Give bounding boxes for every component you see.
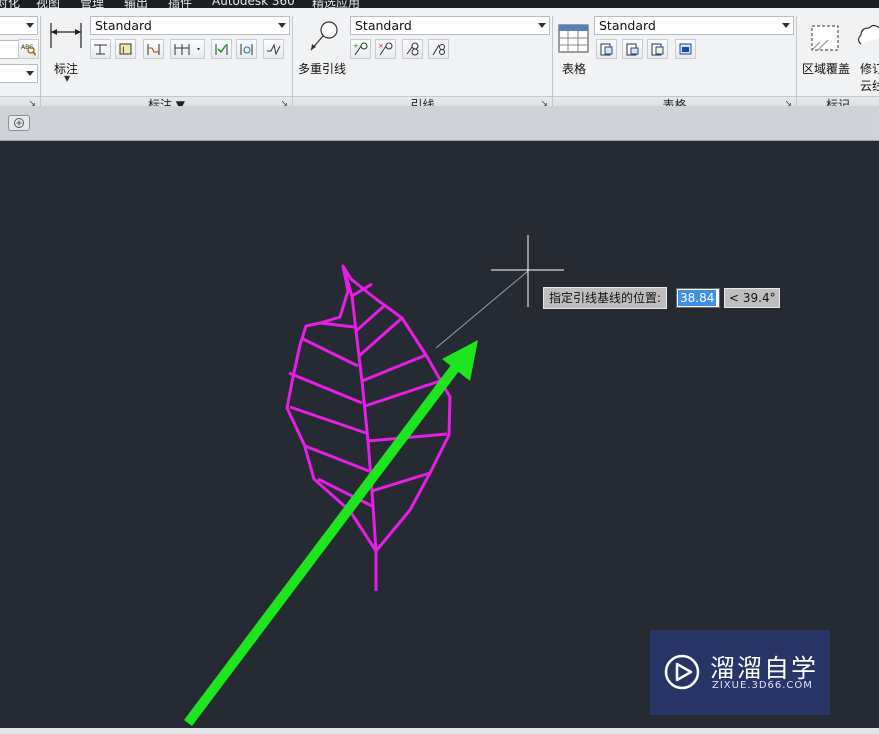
wipeout-button[interactable]: 区域覆盖 — [800, 16, 854, 86]
dim-jog-icon — [147, 44, 160, 55]
svg-text:+: + — [353, 42, 359, 50]
leaf-vein — [361, 353, 427, 383]
extract-data-icon — [600, 43, 613, 56]
menu-item[interactable]: Autodesk 360 — [212, 0, 295, 8]
chevron-down-icon: ▼ — [64, 74, 71, 83]
dim-continue-button[interactable] — [170, 39, 205, 59]
revision-cloud-label-1: 修订 — [860, 62, 879, 76]
dim-tool-button[interactable] — [143, 39, 164, 59]
align-leader-button[interactable] — [402, 39, 423, 59]
revision-cloud-label-2: 云线 — [860, 79, 879, 93]
revision-cloud-button[interactable]: 修订 云线 — [856, 16, 879, 94]
dynamic-input-prompt: 指定引线基线的位置: — [543, 287, 668, 309]
remove-leader-icon: × — [378, 42, 393, 56]
add-leader-button[interactable]: + — [350, 39, 371, 59]
chevron-down-icon — [782, 23, 790, 28]
chevron-down-icon — [26, 23, 34, 28]
leaf-vein — [302, 337, 359, 368]
dim-tool-button[interactable]: I — [115, 39, 136, 59]
dim-update-icon — [215, 44, 228, 55]
download-from-source-button[interactable] — [647, 39, 668, 59]
leaf-vein — [355, 304, 385, 333]
status-bar — [0, 728, 879, 734]
menu-item[interactable]: 精选应用 — [312, 0, 360, 8]
menu-bar: 对化 视图 管理 输出 插件 Autodesk 360 精选应用 — [0, 0, 879, 8]
table-style-dropdown[interactable]: Standard — [594, 16, 794, 35]
dim-tool-button[interactable] — [236, 39, 257, 59]
collect-leader-button[interactable] — [428, 39, 449, 59]
dim-inspect-icon: I — [119, 43, 132, 56]
menu-item[interactable]: 管理 — [80, 0, 104, 8]
revision-cloud-icon — [857, 24, 879, 45]
new-tab-button[interactable] — [8, 115, 30, 131]
dimension-big-button[interactable]: 标注 ▼ — [46, 16, 86, 86]
multileader-big-button[interactable]: 多重引线 — [296, 16, 348, 86]
dim-jogline-icon — [267, 43, 281, 56]
dynamic-input-distance-field[interactable]: 38.84 — [676, 288, 720, 308]
text-font-dropdown[interactable] — [0, 64, 38, 83]
svg-text:×: × — [378, 42, 384, 50]
menu-item[interactable]: 视图 — [36, 0, 60, 8]
upload-to-source-button[interactable] — [675, 39, 696, 59]
dim-tool-button[interactable] — [211, 39, 232, 59]
data-link-icon — [626, 43, 639, 56]
menu-item[interactable]: 插件 — [168, 0, 192, 8]
text-style-dropdown[interactable] — [0, 16, 38, 35]
dim-tool-button[interactable] — [90, 39, 111, 59]
dim-break-icon — [94, 44, 107, 55]
upload-source-icon — [679, 43, 692, 55]
leaf-vein — [288, 371, 363, 405]
remove-leader-button[interactable]: × — [375, 39, 396, 59]
chevron-down-icon — [278, 23, 286, 28]
dynamic-input-angle-field[interactable]: < 39.4° — [724, 288, 780, 308]
text-height-field[interactable] — [0, 40, 20, 59]
file-tab-strip — [0, 106, 879, 142]
watermark: 溜溜自学 ZIXUE.3D66.COM — [650, 630, 830, 715]
leaf-drawing — [285, 264, 452, 591]
linear-dimension-icon — [50, 23, 82, 48]
chevron-down-icon — [26, 71, 34, 76]
multileader-icon — [310, 21, 338, 51]
leaf-vein — [304, 444, 370, 473]
table-icon — [558, 24, 589, 53]
dim-continue-icon — [174, 44, 200, 55]
table-label: 表格 — [562, 62, 587, 76]
align-leader-icon — [406, 42, 419, 56]
add-leader-icon: + — [353, 42, 368, 56]
check-spelling-button[interactable]: ABC — [18, 39, 39, 59]
watermark-play-logo-icon — [664, 654, 700, 690]
leader-rubber-band-line — [435, 270, 529, 349]
chevron-down-icon — [538, 23, 546, 28]
leaf-vein — [319, 321, 355, 329]
plus-icon — [14, 118, 24, 128]
table-big-button[interactable]: 表格 — [556, 16, 592, 86]
drawing-canvas[interactable]: 溜溜自学 ZIXUE.3D66.COM — [0, 141, 879, 728]
download-source-icon — [651, 43, 664, 56]
wipeout-icon — [811, 25, 839, 51]
data-link-button[interactable] — [622, 39, 643, 59]
wipeout-label: 区域覆盖 — [802, 62, 851, 76]
green-arrow-annotation — [184, 340, 478, 727]
menu-item[interactable]: 对化 — [0, 0, 20, 8]
menu-item[interactable]: 输出 — [124, 0, 148, 8]
mleader-style-dropdown[interactable]: Standard — [350, 16, 550, 35]
dim-style-dropdown[interactable]: Standard — [90, 16, 290, 35]
multileader-label: 多重引线 — [298, 62, 347, 76]
leaf-vein — [289, 405, 367, 435]
spell-check-icon: ABC — [21, 44, 36, 56]
svg-text:I: I — [122, 46, 125, 56]
distance-value: 38.84 — [678, 290, 717, 306]
ribbon: ABC ↘ 标注 ▼ Standard I 标注 ▼ ↘ 多重引线 Standa… — [0, 8, 879, 114]
extract-data-button[interactable] — [596, 39, 617, 59]
dim-reassociate-icon — [240, 44, 253, 55]
dim-tool-button[interactable] — [263, 39, 284, 59]
watermark-subtitle: ZIXUE.3D66.COM — [712, 680, 813, 691]
collect-leader-icon — [432, 44, 445, 56]
